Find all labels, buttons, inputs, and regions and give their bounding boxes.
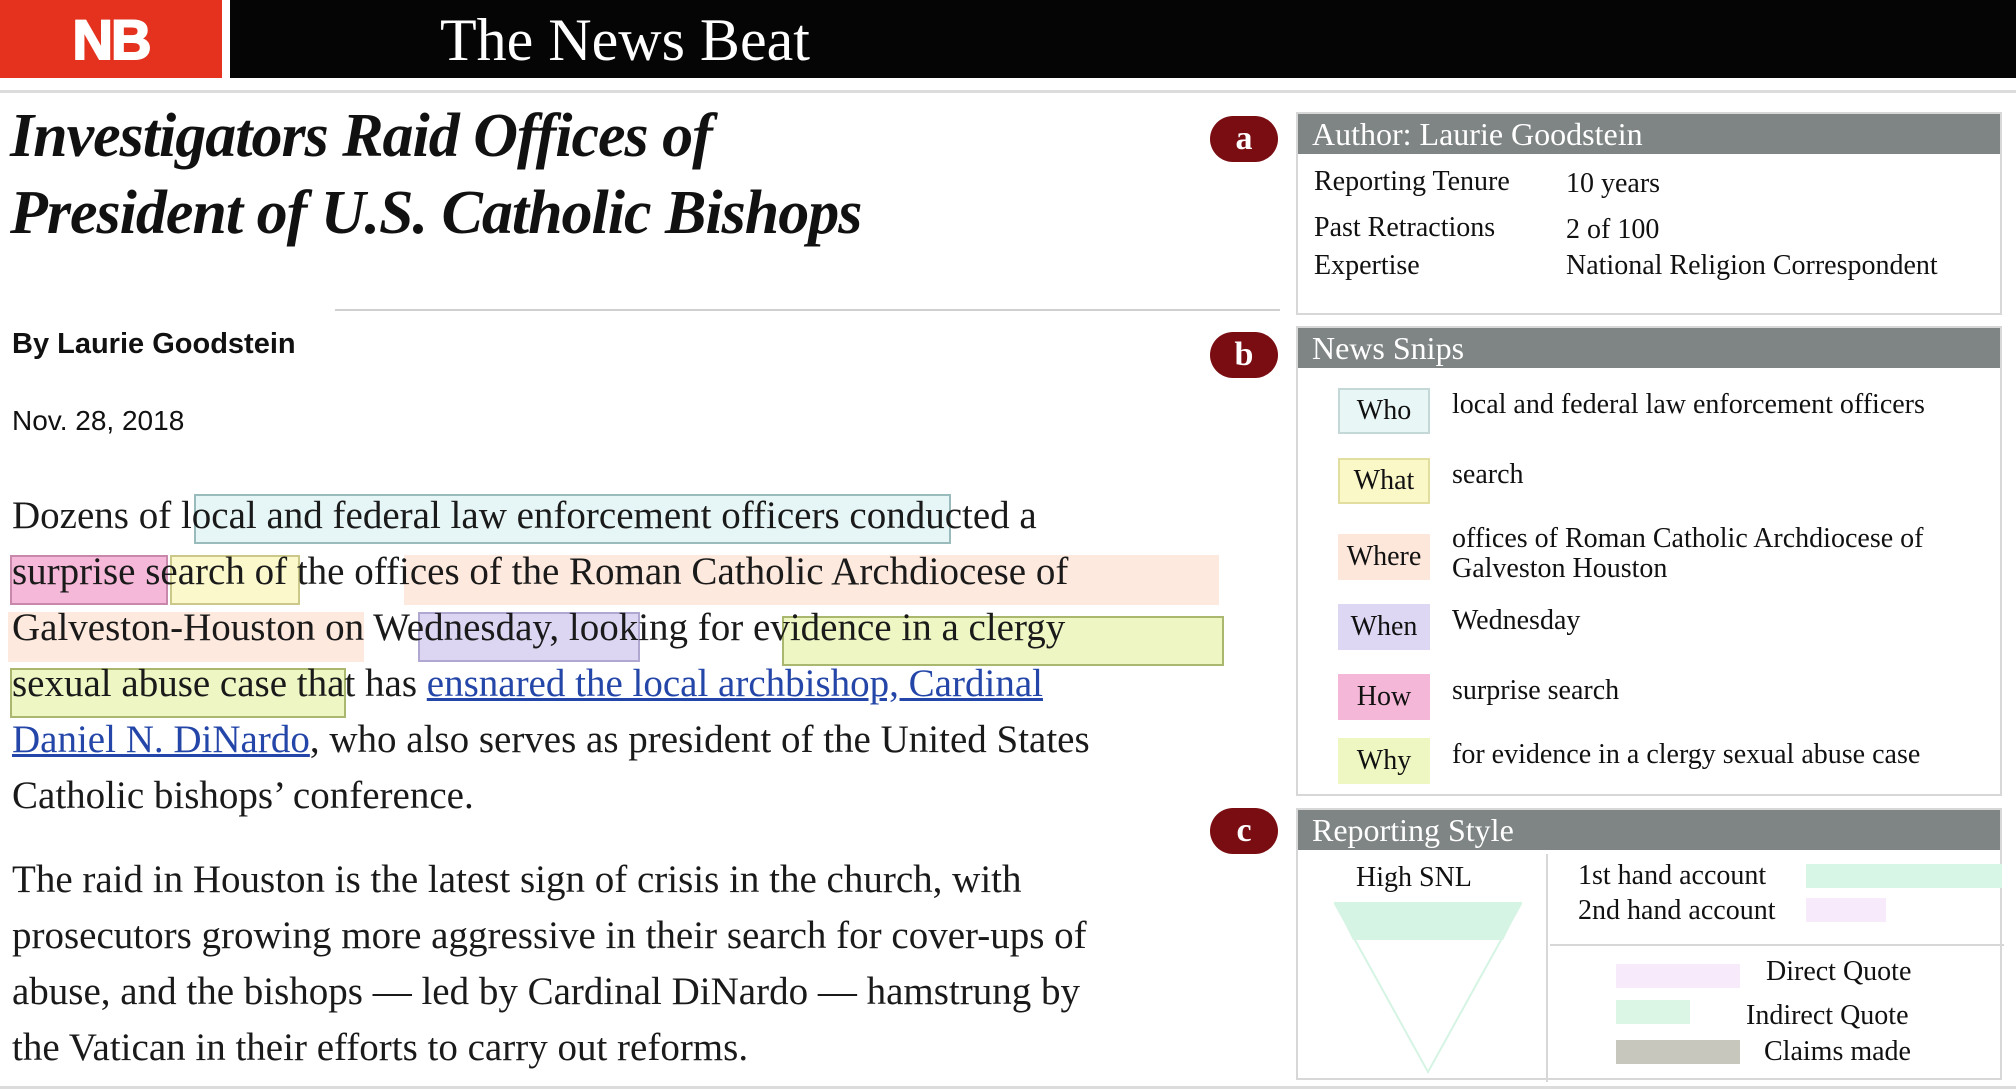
article-byline[interactable]: By Laurie Goodstein [12,328,296,361]
text-run: looking f [559,606,711,649]
brand-logo-text: NB [72,7,153,72]
header-divider [0,90,2016,93]
snip-key-when[interactable]: When [1338,604,1430,650]
snl-label: High SNL [1356,862,1472,893]
text-run: Dozens of [12,494,181,537]
text-run: conducted a [839,494,1037,537]
paragraph-2-line: The raid in Houston is the latest sign o… [12,858,1022,901]
snl-triangle-chart [1334,902,1522,1074]
snip-text-what: search [1452,459,1524,490]
text-run: on [315,606,374,649]
badge-a[interactable]: a [1210,116,1278,162]
article-paragraph-1: Dozens of local and federal law enforcem… [12,488,1272,824]
paragraph-2-line: the Vatican in their efforts to carry ou… [12,1026,749,1069]
text-run: , who also serves as president of the Un… [309,718,1090,761]
snip-text-where-1: offices of Roman Catholic Archdiocese of [1452,523,1924,554]
legend-indirect-quote-label: Indirect Quote [1746,1000,1909,1031]
snip-key-how[interactable]: How [1338,674,1430,720]
text-run [135,550,145,593]
article-date: Nov. 28, 2018 [12,405,185,436]
badge-b[interactable]: b [1210,332,1278,378]
snip-text-where-2: Galveston Houston [1452,553,1668,584]
paragraph-1-line-6: Catholic bishops’ conference. [12,774,474,817]
snip-key-who[interactable]: Who [1338,388,1430,434]
panel-horizontal-divider [1550,944,2004,946]
badge-c[interactable]: c [1210,808,1278,854]
what-text: search [145,550,245,593]
headline-line-1: Investigators Raid Offices of [10,102,713,170]
reporting-style-panel: Reporting Style High SNL 1st hand accoun… [1296,808,2004,1082]
paragraph-2-line: prosecutors growing more aggressive in t… [12,914,1087,957]
snip-text-why: for evidence in a clergy sexual abuse ca… [1452,739,1921,770]
snl-triangle-fill [1334,902,1522,940]
legend-indirect-quote-swatch [1616,1000,1690,1024]
reporting-style-title: Reporting Style [1298,810,2000,850]
article-headline: Investigators Raid Offices of President … [10,98,1010,252]
legend-claims-label: Claims made [1764,1036,1911,1067]
text-run: that has [287,662,427,705]
paragraph-1-line-2: surprise search of the offices of the Ro… [12,544,1272,600]
author-value-retractions: 2 of 100 [1566,214,1660,245]
snip-key-why[interactable]: Why [1338,738,1430,784]
paragraph-1-line-5: Daniel N. DiNardo, who also serves as pr… [12,712,1272,768]
snip-key-where[interactable]: Where [1338,534,1430,580]
when-text: Wednesday, [373,606,560,649]
paragraph-1-line-4: sexual abuse case that has ensnared the … [12,656,1272,712]
how-text: surprise [12,550,136,593]
author-value-tenure: 10 years [1566,168,1661,199]
headline-line-2: President of U.S. Catholic Bishops [10,179,862,247]
footer-divider [0,1086,2016,1089]
brand-logo[interactable]: NB [0,0,222,78]
paragraph-1-line-1: Dozens of local and federal law enforcem… [12,488,1272,544]
author-label-retractions: Past Retractions [1314,212,1496,243]
snip-text-when: Wednesday [1452,605,1581,636]
author-panel-title: Author: Laurie Goodstein [1298,114,2000,154]
legend-2nd-hand-swatch [1806,898,1886,922]
article-paragraph-2: The raid in Houston is the latest sign o… [12,852,1272,1076]
snip-key-what[interactable]: What [1338,458,1430,504]
legend-claims-swatch [1616,1040,1740,1064]
author-label-tenure: Reporting Tenure [1314,166,1510,197]
news-snips-panel: News Snips Who local and federal law enf… [1296,326,2002,796]
snip-text-who: local and federal law enforcement office… [1452,389,1925,420]
snip-text-where: offices of Roman Catholic Archdiocese of… [1452,524,1923,584]
legend-2nd-hand-label: 2nd hand account [1578,895,1776,926]
author-panel: Author: Laurie Goodstein Reporting Tenur… [1296,112,2002,315]
news-snips-title: News Snips [1298,328,2000,368]
text-run: of the [244,550,355,593]
article-link-2[interactable]: Daniel N. DiNardo [12,718,310,761]
snip-text-how: surprise search [1452,675,1620,706]
article-link-1[interactable]: ensnared the local archbishop, Cardinal [427,662,1043,705]
legend-direct-quote-swatch [1616,964,1740,988]
legend-1st-hand-swatch [1806,864,2002,888]
why-text-2: sexual abuse case [12,662,288,705]
headline-divider [335,309,1280,311]
brand-name: The News Beat [440,7,810,73]
panel-vertical-divider [1546,854,1548,1082]
where-text-1: offices of the Roman Catholic Archdioces… [354,550,1069,593]
paragraph-1-line-3: Galveston-Houston on Wednesday, looking … [12,600,1272,656]
author-value-expertise: National Religion Correspondent [1566,250,1938,281]
author-label-expertise: Expertise [1314,250,1420,281]
paragraph-2-line: abuse, and the bishops — led by Cardinal… [12,970,1080,1013]
where-text-2: Galveston-Houston [12,606,316,649]
why-text-1: or evidence in a clergy [710,606,1066,649]
legend-1st-hand-label: 1st hand account [1578,860,1767,891]
who-text: local and federal law enforcement office… [180,494,840,537]
legend-direct-quote-label: Direct Quote [1766,956,1912,987]
